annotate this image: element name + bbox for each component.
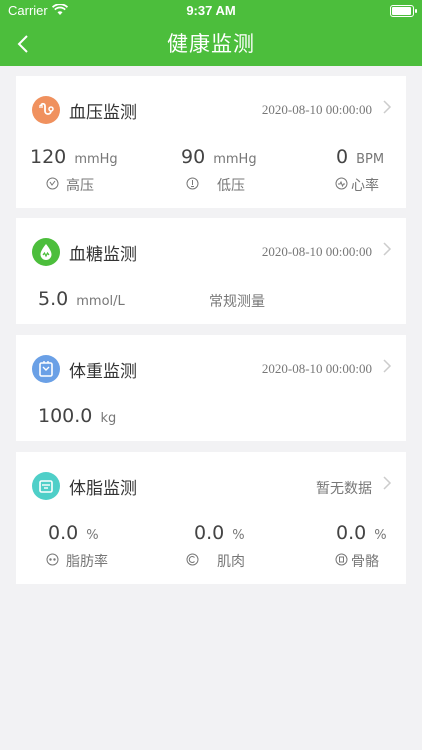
blood-pressure-header[interactable]: 血压监测 2020-08-10 00:00:00 [16,76,406,136]
nav-header: Carrier 9:37 AM 健康监测 [0,0,422,66]
muscle-value: 0.0 % [194,522,245,544]
chevron-right-icon [383,476,392,490]
muscle-label: 肌肉 [217,554,245,570]
fat-rate-value: 0.0 % [48,522,99,544]
blood-sugar-measure-type: 常规测量 [209,294,265,310]
body-fat-scale-icon [32,472,60,500]
body-fat-card[interactable]: 体脂监测 暂无数据 0.0 % 0.0 % 0.0 % 脂肪率 肌肉 骨骼 [16,452,406,584]
bone-value: 0.0 % [336,522,387,544]
blood-pressure-card[interactable]: 血压监测 2020-08-10 00:00:00 120 mmHg 90 mmH… [16,76,406,208]
blood-drop-icon [32,238,60,266]
status-bar: Carrier 9:37 AM [0,0,422,22]
heart-rate-icon [335,177,348,190]
blood-sugar-title: 血糖监测 [69,245,137,265]
weight-date: 2020-08-10 00:00:00 [261,361,372,376]
bone-icon [335,553,348,566]
fat-rate-icon [46,553,59,566]
muscle-icon [186,553,199,566]
page-title: 健康监测 [167,32,255,56]
body-fat-header[interactable]: 体脂监测 暂无数据 [16,452,406,512]
systolic-value: 120 mmHg [30,146,118,168]
weight-header[interactable]: 体重监测 2020-08-10 00:00:00 [16,335,406,395]
weight-value: 100.0 kg [38,405,117,427]
diastolic-label: 低压 [217,178,245,194]
chevron-right-icon [383,100,392,114]
diastolic-value: 90 mmHg [181,146,257,168]
blood-sugar-header[interactable]: 血糖监测 2020-08-10 00:00:00 [16,218,406,278]
chevron-right-icon [383,242,392,256]
weight-card[interactable]: 体重监测 2020-08-10 00:00:00 100.0 kg [16,335,406,441]
body-fat-status: 暂无数据 [316,481,372,497]
chevron-right-icon [383,359,392,373]
weight-title: 体重监测 [69,362,137,382]
body-fat-title: 体脂监测 [69,479,137,499]
blood-pressure-title: 血压监测 [69,103,137,123]
heart-rate-value: 0 BPM [336,146,385,168]
heart-rate-label: 心率 [351,178,379,194]
systolic-icon [46,177,59,190]
blood-sugar-card[interactable]: 血糖监测 2020-08-10 00:00:00 5.0 mmol/L 常规测量 [16,218,406,324]
battery-icon [390,5,417,17]
bone-label: 骨骼 [351,554,379,570]
blood-pressure-icon [32,96,60,124]
systolic-label: 高压 [66,178,94,194]
blood-pressure-date: 2020-08-10 00:00:00 [261,102,372,117]
scale-icon [32,355,60,383]
fat-rate-label: 脂肪率 [66,554,108,570]
diastolic-icon [186,177,199,190]
clock-time: 9:37 AM [186,3,236,18]
blood-sugar-date: 2020-08-10 00:00:00 [261,244,372,259]
blood-sugar-value: 5.0 mmol/L [38,288,125,310]
